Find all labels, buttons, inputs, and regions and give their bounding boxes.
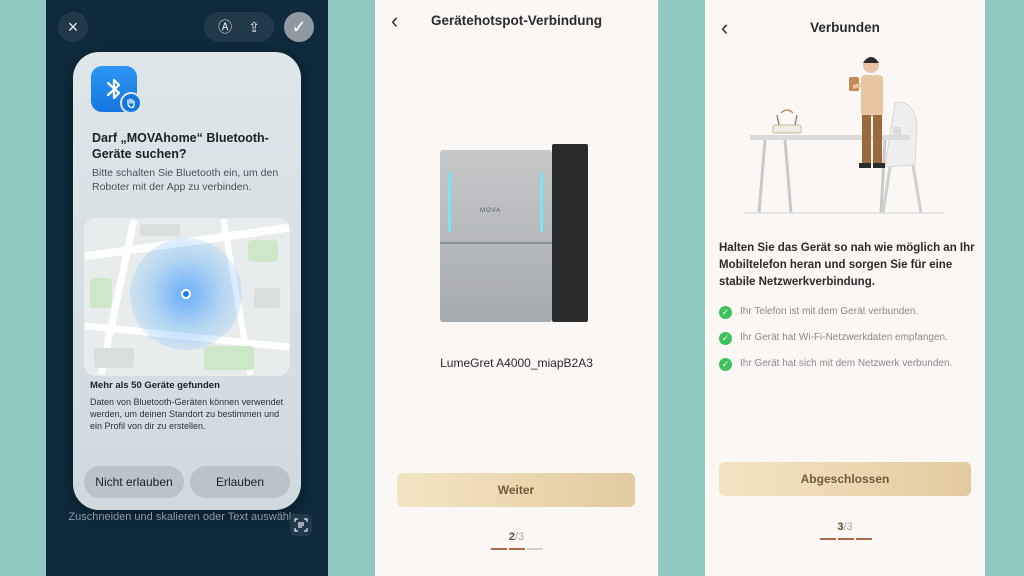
progress-segment (527, 548, 543, 550)
screenshot-caption: Zuschneiden und skalieren oder Text ausw… (68, 511, 304, 523)
list-item: ✓ Ihr Gerät hat sich mit dem Netzwerk ve… (719, 357, 975, 371)
progress-segment (820, 538, 836, 540)
step-indicator: 2/3 (375, 531, 658, 543)
permission-screen: × Ⓐ ⇪ ✓ Darf „MOVAhome“ Bluetooth-Geräte… (46, 0, 328, 576)
progress-segment (509, 548, 525, 550)
device-name: LumeGret A4000_miapB2A3 (440, 356, 593, 370)
finish-button[interactable]: Abgeschlossen (719, 462, 971, 496)
devices-found-title: Mehr als 50 Geräte gefunden (90, 380, 220, 391)
instruction-text: Halten Sie das Gerät so nah wie möglich … (719, 242, 975, 288)
list-item: ✓ Ihr Telefon ist mit dem Gerät verbunde… (719, 305, 975, 319)
status-text: Ihr Gerät hat sich mit dem Netzwerk verb… (740, 358, 953, 369)
current-location-dot (181, 289, 191, 299)
dialog-message: Bitte schalten Sie Bluetooth ein, um den… (92, 167, 279, 193)
check-circle-icon: ✓ (719, 332, 732, 345)
status-text: Ihr Telefon ist mit dem Gerät verbunden. (740, 306, 919, 317)
bluetooth-permission-dialog: Darf „MOVAhome“ Bluetooth-Geräte suchen?… (73, 52, 301, 510)
step-total: /3 (514, 531, 525, 543)
list-item: ✓ Ihr Gerät hat Wi-Fi-Netzwerkdaten empf… (719, 331, 975, 345)
progress-segment (856, 538, 872, 540)
deny-button[interactable]: Nicht erlauben (84, 466, 184, 498)
check-circle-icon: ✓ (719, 358, 732, 371)
progress-segment (491, 548, 507, 550)
step-indicator: 3/3 (705, 521, 985, 533)
live-text-icon[interactable] (290, 514, 312, 536)
allow-button[interactable]: Erlauben (190, 466, 290, 498)
devices-found-text: Daten von Bluetooth-Geräten können verwe… (90, 397, 284, 431)
hand-icon (120, 92, 142, 114)
device-image: MOVA (440, 140, 590, 325)
progress-segment (838, 538, 854, 540)
device-logo: MOVA (480, 208, 502, 214)
step-progress (491, 548, 543, 550)
markup-toolbar: × Ⓐ ⇪ ✓ (46, 6, 328, 46)
next-button[interactable]: Weiter (397, 473, 635, 507)
connected-screen: ‹ Verbunden Halten Sie das Gerät so nah … (705, 0, 985, 576)
toolbar-pill: Ⓐ ⇪ (204, 12, 274, 42)
page-title: Gerätehotspot-Verbindung (430, 13, 602, 28)
status-text: Ihr Gerät hat Wi-Fi-Netzwerkdaten empfan… (740, 332, 948, 343)
page-title: Verbunden (810, 20, 880, 35)
done-check-icon[interactable]: ✓ (284, 12, 314, 42)
close-icon[interactable]: × (58, 12, 88, 42)
location-map (84, 218, 290, 376)
step-progress (820, 538, 872, 540)
step-total: /3 (843, 521, 853, 533)
dialog-title: Darf „MOVAhome“ Bluetooth-Geräte suchen? (92, 131, 269, 161)
share-icon[interactable]: ⇪ (248, 19, 260, 36)
check-circle-icon: ✓ (719, 306, 732, 319)
connection-illustration (745, 57, 945, 214)
markup-pen-icon[interactable]: Ⓐ (218, 17, 232, 37)
hotspot-connection-screen: ‹ Gerätehotspot-Verbindung MOVA LumeGret… (375, 0, 658, 576)
connection-status-list: ✓ Ihr Telefon ist mit dem Gerät verbunde… (719, 305, 975, 383)
